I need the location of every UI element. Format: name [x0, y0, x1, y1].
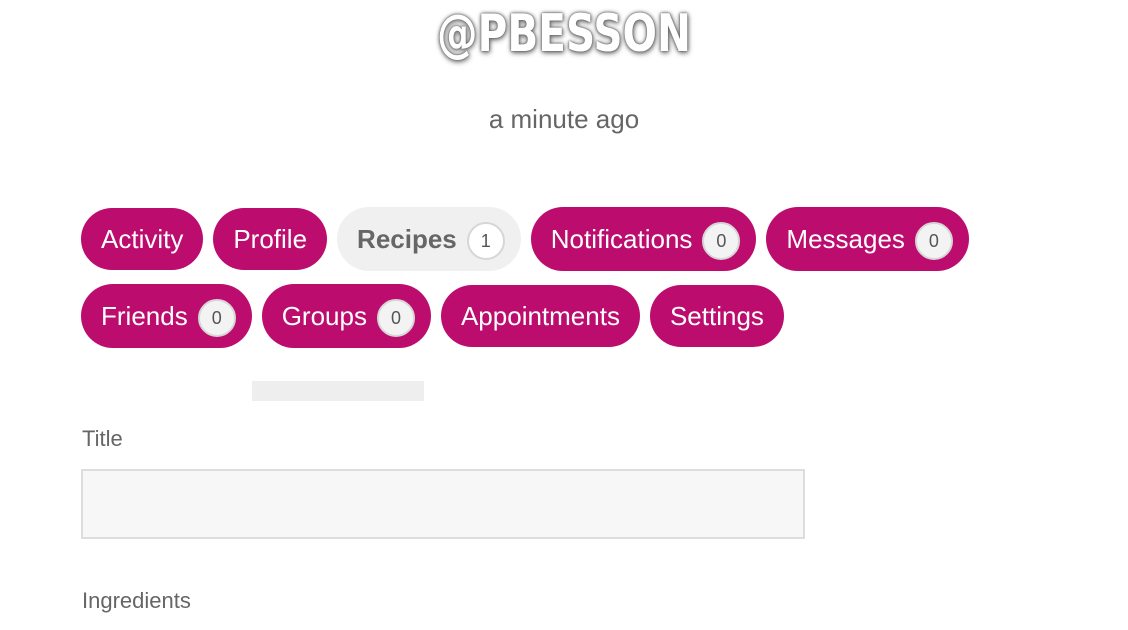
ingredients-label: Ingredients	[82, 588, 191, 613]
profile-username: @PBESSON	[437, 4, 691, 64]
tab-label: Appointments	[460, 300, 620, 331]
tab-label: Recipes	[357, 223, 457, 254]
last-active-time: a minute ago	[488, 104, 640, 134]
tab-friends[interactable]: Friends 0	[81, 284, 252, 348]
count-badge: 1	[466, 222, 505, 260]
title-input[interactable]	[81, 469, 805, 539]
tab-label: Messages	[786, 223, 905, 254]
count-badge: 0	[376, 299, 415, 337]
tab-settings[interactable]: Settings	[649, 285, 784, 347]
tab-label: Groups	[281, 300, 367, 331]
count-badge: 0	[197, 299, 236, 337]
title-label: Title	[82, 426, 123, 451]
tab-label: Activity	[101, 223, 184, 254]
profile-page: @PBESSON a minute ago Activity Profile R…	[0, 0, 1128, 630]
tab-recipes[interactable]: Recipes 1	[337, 207, 521, 271]
tab-profile[interactable]: Profile	[213, 208, 328, 270]
tab-label: Friends	[101, 300, 188, 331]
profile-tabs-row-2: Friends 0 Groups 0 Appointments Settings	[81, 284, 784, 348]
tab-label: Settings	[669, 300, 764, 331]
tab-label: Profile	[233, 223, 308, 254]
count-badge: 0	[914, 222, 953, 260]
profile-tabs-row-1: Activity Profile Recipes 1 Notifications…	[81, 207, 969, 271]
tab-appointments[interactable]: Appointments	[440, 285, 640, 347]
tab-notifications[interactable]: Notifications 0	[530, 207, 757, 271]
tab-messages[interactable]: Messages 0	[766, 207, 969, 271]
count-badge: 0	[702, 222, 741, 260]
tab-groups[interactable]: Groups 0	[261, 284, 431, 348]
loading-placeholder-bar	[252, 381, 424, 401]
tab-activity[interactable]: Activity	[81, 208, 204, 270]
tab-label: Notifications	[550, 223, 693, 254]
